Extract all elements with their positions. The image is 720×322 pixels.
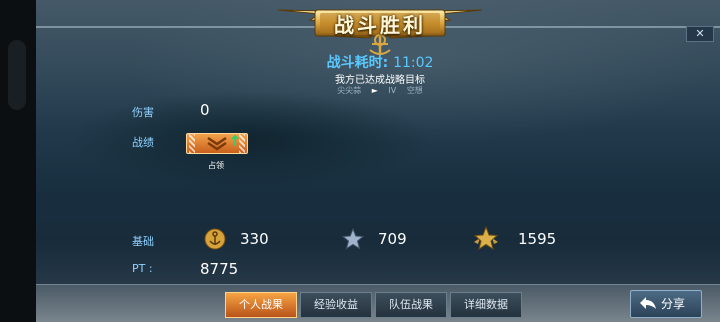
rank-from: 尖尖蒜	[337, 86, 362, 95]
rank-to-level: IV	[388, 86, 397, 95]
duration-label: 战斗耗时:	[326, 55, 389, 71]
silver-star-icon	[342, 228, 364, 250]
share-arrow-icon	[640, 297, 656, 309]
share-button[interactable]: 分享	[630, 290, 702, 318]
base-reward-value: 1595	[518, 230, 557, 248]
pt-value: 8775	[200, 260, 239, 278]
duration-value: 11:02	[393, 55, 434, 71]
base-reward-value: 709	[378, 230, 407, 248]
rank-to-name: 空想	[406, 86, 423, 95]
tab-detailed-data[interactable]: 详细数据	[450, 292, 522, 318]
base-label: 基础	[132, 235, 154, 248]
victory-emblem: 战斗胜利	[270, 4, 490, 56]
share-label: 分享	[661, 297, 686, 311]
record-label: 战绩	[132, 136, 154, 149]
tab-personal-results[interactable]: 个人战果	[225, 292, 297, 318]
result-text: 我方已达成战略目标	[335, 75, 425, 86]
gold-star-icon	[473, 226, 499, 251]
panel-bottom-border	[36, 284, 720, 285]
pt-label: PT :	[132, 262, 153, 275]
device-edge	[0, 0, 36, 322]
tab-experience-gains[interactable]: 经验收益	[300, 292, 372, 318]
close-button[interactable]: ✕	[686, 26, 714, 42]
achievement-label: 占领	[208, 161, 224, 170]
anchor-coin-icon	[204, 228, 226, 250]
damage-value: 0	[200, 101, 210, 119]
rank-progress: 尖尖蒜 ► IV 空想	[0, 85, 720, 96]
base-reward-value: 330	[240, 230, 269, 248]
damage-label: 伤害	[132, 106, 154, 119]
chevron-rank-icon	[207, 134, 239, 151]
battle-duration: 战斗耗时: 11:02	[0, 52, 720, 72]
capture-achievement-badge[interactable]	[186, 133, 248, 154]
progress-arrow-icon: ►	[371, 86, 378, 95]
victory-title: 战斗胜利	[334, 13, 426, 37]
result-tabs: 个人战果 经验收益 队伍战果 详细数据	[225, 292, 522, 318]
tab-team-results[interactable]: 队伍战果	[375, 292, 447, 318]
